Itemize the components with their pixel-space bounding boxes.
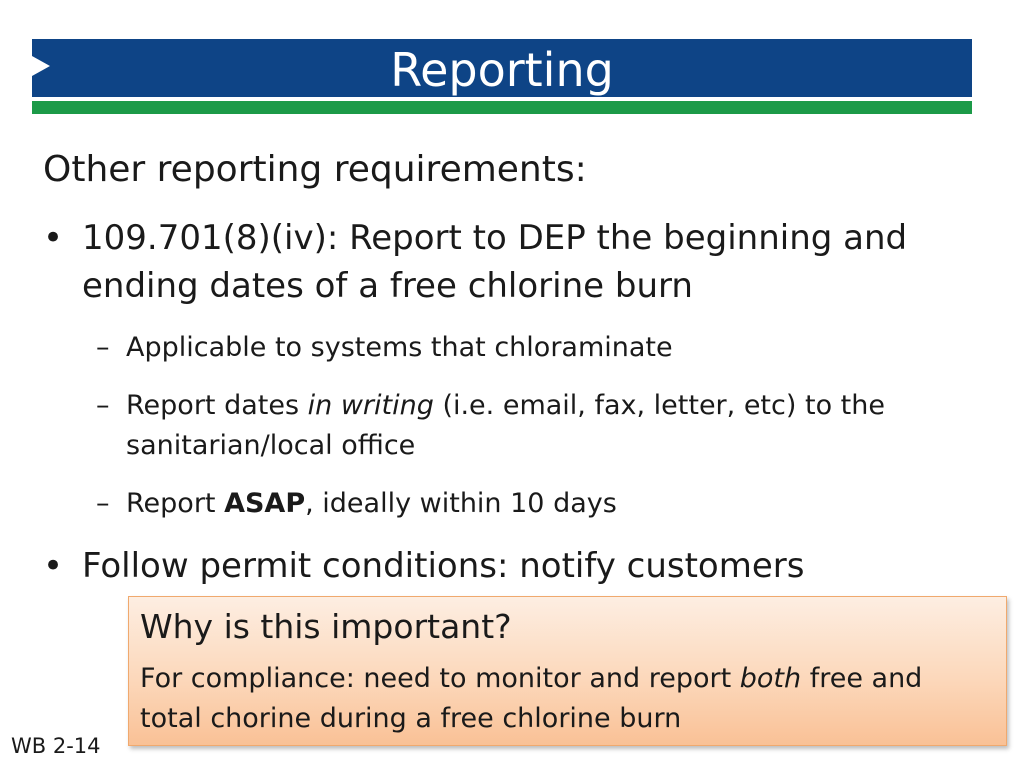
text-run: , ideally within 10 days	[305, 488, 617, 519]
bullet-item: • Follow permit conditions: notify custo…	[43, 542, 804, 590]
title-bar: Reporting	[32, 39, 972, 97]
sub-bullet-text: Report ASAP, ideally within 10 days	[126, 484, 617, 524]
bullet-item: • 109.701(8)(iv): Report to DEP the begi…	[43, 214, 907, 310]
accent-rule	[32, 101, 972, 114]
text-run: (i.e. email, fax, letter, etc) to the	[433, 390, 885, 421]
bullet-icon: •	[43, 218, 64, 258]
bullet-text: Follow permit conditions: notify custome…	[82, 546, 805, 586]
text-run: Report dates	[126, 390, 308, 421]
text-run: Report	[126, 488, 225, 519]
text-run: For compliance: need to monitor and repo…	[140, 663, 740, 694]
dash-icon: –	[96, 488, 110, 519]
slide-reference: WB 2-14	[11, 734, 101, 758]
sub-bullet-text: Report dates in writing (i.e. email, fax…	[126, 386, 885, 466]
sub-bullet-item: – Report ASAP, ideally within 10 days	[96, 484, 617, 524]
sub-bullet-text-line: sanitarian/local office	[126, 430, 416, 461]
dash-icon: –	[96, 390, 110, 421]
emphasis-text: in writing	[307, 390, 434, 421]
bullet-text-line: 109.701(8)(iv): Report to DEP the beginn…	[82, 218, 908, 258]
sub-bullet-item: – Report dates in writing (i.e. email, f…	[96, 386, 885, 466]
slide-title: Reporting	[390, 43, 614, 97]
callout-text: For compliance: need to monitor and repo…	[140, 659, 922, 739]
sub-bullet-text: Applicable to systems that chloraminate	[126, 332, 673, 363]
sub-bullet-item: – Applicable to systems that chloraminat…	[96, 328, 673, 368]
callout-text-line: total chorine during a free chlorine bur…	[140, 703, 682, 734]
sub-bullet-text-line: Report dates in writing (i.e. email, fax…	[126, 386, 885, 426]
strong-text: ASAP	[224, 488, 306, 519]
bullet-text-line: ending dates of a free chlorine burn	[82, 266, 693, 306]
bullet-icon: •	[43, 546, 64, 586]
callout-box: Why is this important? For compliance: n…	[128, 596, 1007, 746]
dash-icon: –	[96, 332, 110, 363]
section-heading: Other reporting requirements:	[43, 149, 587, 190]
bullet-text: 109.701(8)(iv): Report to DEP the beginn…	[82, 214, 907, 310]
text-run: free and	[801, 663, 923, 694]
callout-title: Why is this important?	[140, 607, 512, 646]
emphasis-text: both	[739, 663, 802, 694]
callout-text-line: For compliance: need to monitor and repo…	[140, 659, 922, 699]
